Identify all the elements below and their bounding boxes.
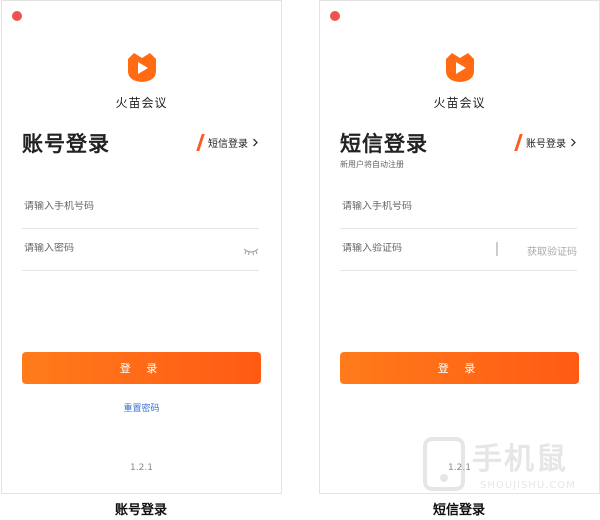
password-input[interactable] [24, 243, 224, 254]
phone-input[interactable] [342, 201, 542, 212]
version-label: 1.2.1 [130, 463, 153, 473]
phone-field [22, 189, 259, 229]
login-button[interactable]: 登 录 [340, 352, 579, 384]
accent-slash-icon [196, 134, 205, 151]
switch-to-sms-login-link[interactable]: 短信登录 [196, 134, 259, 151]
auto-register-hint: 新用户将自动注册 [340, 160, 404, 169]
page-title: 短信登录 [340, 132, 428, 156]
switch-to-account-login-link[interactable]: 账号登录 [514, 134, 577, 151]
version-label: 1.2.1 [448, 463, 471, 473]
switch-label: 账号登录 [526, 139, 566, 150]
login-button[interactable]: 登 录 [22, 352, 261, 384]
app-name: 火苗会议 [433, 96, 486, 110]
verification-code-input[interactable] [342, 243, 482, 254]
caption-account-login: 账号登录 [114, 503, 167, 518]
switch-label: 短信登录 [208, 139, 248, 150]
reset-password-link[interactable]: 重置密码 [2, 401, 281, 414]
app-logo-icon [128, 53, 156, 82]
verification-code-field: 获取验证码 [340, 231, 577, 271]
app-name: 火苗会议 [115, 96, 168, 110]
sms-login-window: 火苗会议 短信登录 新用户将自动注册 账号登录 获取验证码 登 录 1.2.1 [319, 0, 600, 494]
chevron-right-icon [571, 138, 576, 147]
chevron-right-icon [253, 138, 258, 147]
get-code-button[interactable]: 获取验证码 [527, 243, 577, 258]
page-title: 账号登录 [22, 132, 110, 156]
close-window-icon[interactable] [12, 11, 22, 21]
phone-field [340, 189, 577, 229]
phone-input[interactable] [24, 201, 224, 212]
eye-closed-icon[interactable] [243, 246, 259, 256]
caption-sms-login: 短信登录 [432, 503, 485, 518]
app-logo-icon [446, 53, 474, 82]
field-divider [496, 242, 498, 256]
password-field [22, 231, 259, 271]
accent-slash-icon [514, 134, 523, 151]
close-window-icon[interactable] [330, 11, 340, 21]
account-login-window: 火苗会议 账号登录 短信登录 登 录 重置密码 1.2.1 [1, 0, 282, 494]
